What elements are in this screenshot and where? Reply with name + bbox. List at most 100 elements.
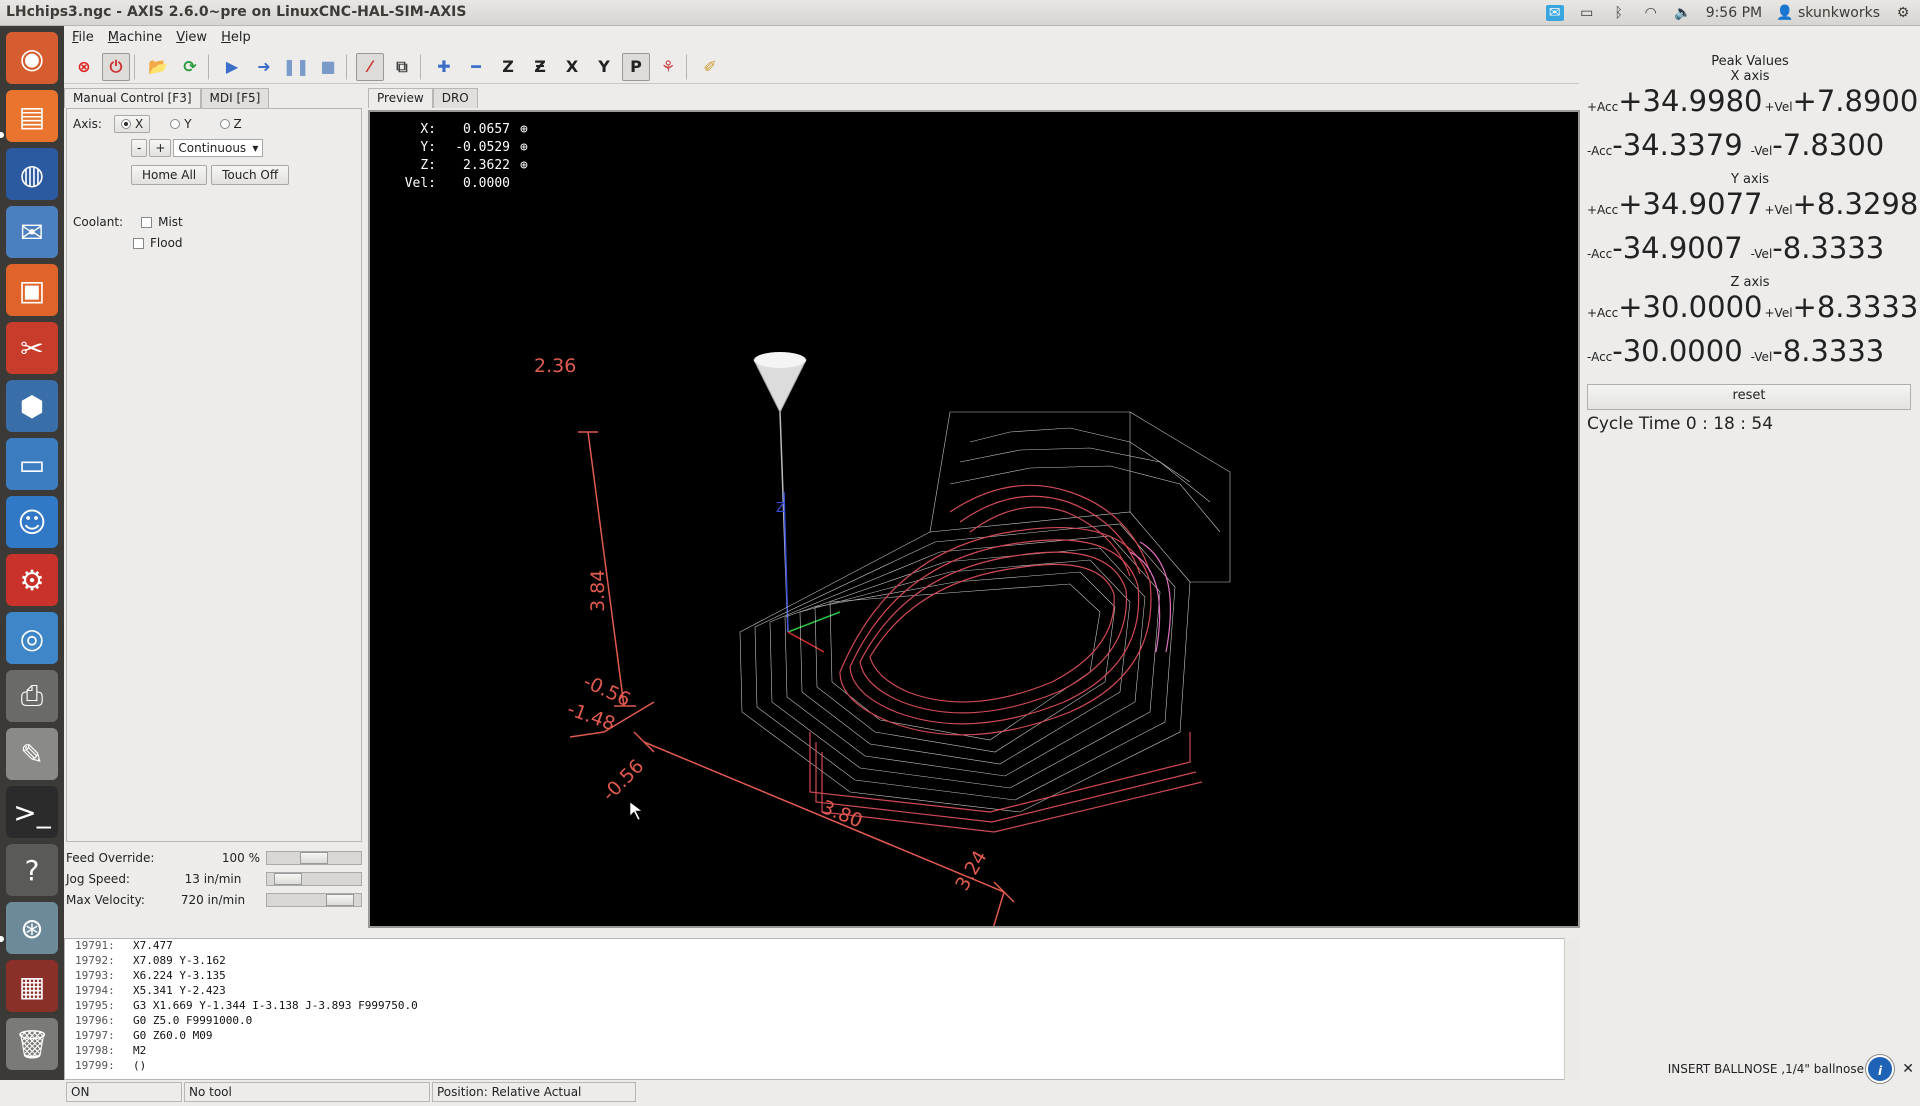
menu-help[interactable]: Help xyxy=(221,30,251,45)
trash-icon[interactable]: 🗑 xyxy=(6,1018,58,1070)
slider-thumb[interactable] xyxy=(326,894,354,906)
cycle-time: Cycle Time 0 : 18 : 54 xyxy=(1587,414,1774,434)
z-top-label: 2.36 xyxy=(534,355,576,377)
gcode-line-text: X6.224 Y-3.135 xyxy=(133,969,226,982)
tab-mdi[interactable]: MDI [F5] xyxy=(200,88,270,108)
files-icon[interactable]: ▤ xyxy=(6,90,58,142)
gcode-line[interactable]: 19793: X6.224 Y-3.135 xyxy=(75,969,1579,984)
mist-checkbox[interactable] xyxy=(141,216,153,228)
zoom-in-icon[interactable]: ✚ xyxy=(430,53,458,81)
axis-app-icon[interactable]: ⊛ xyxy=(6,902,58,954)
stock-edge xyxy=(959,447,1211,503)
block-delete-icon[interactable]: ⁄ xyxy=(356,52,384,81)
max-velocity-value: 720 in/min xyxy=(180,893,246,907)
slider-thumb[interactable] xyxy=(274,873,302,885)
feed-override-slider[interactable] xyxy=(266,851,362,865)
pos-acc-value: +34.9980 xyxy=(1618,84,1763,118)
center-tabs: Preview DRO xyxy=(368,88,1580,108)
thunderbird-icon[interactable]: ✉ xyxy=(6,206,58,258)
remote-desktop-icon[interactable]: ▭ xyxy=(6,438,58,490)
menu-view[interactable]: View xyxy=(176,30,207,45)
gcode-line[interactable]: 19799: () xyxy=(75,1059,1579,1074)
chromium-icon[interactable]: ◎ xyxy=(6,612,58,664)
gcode-line[interactable]: 19791: X7.477 xyxy=(75,939,1579,954)
gear-app-icon[interactable]: ⚙ xyxy=(6,554,58,606)
close-icon[interactable]: ✕ xyxy=(1902,1061,1914,1077)
view-x-icon[interactable]: X xyxy=(558,53,586,81)
home-all-button[interactable]: Home All xyxy=(131,165,208,185)
menu-machine[interactable]: Machine xyxy=(108,30,162,45)
firefox-icon[interactable]: ◍ xyxy=(6,148,58,200)
gcode-listing[interactable]: 19791: X7.477 19792: X7.089 Y-3.162 19793: X6… xyxy=(64,938,1580,1080)
dash-home-icon[interactable]: ◉ xyxy=(6,32,58,84)
max-velocity-slider[interactable] xyxy=(266,893,362,907)
stop-icon[interactable]: ■ xyxy=(314,53,342,81)
gcode-line[interactable]: 19797: G0 Z60.0 M09 xyxy=(75,1029,1579,1044)
help-icon[interactable]: ? xyxy=(6,844,58,896)
z-extent-line xyxy=(587,431,625,707)
terminal-icon[interactable]: >_ xyxy=(6,786,58,838)
gcode-line[interactable]: 19794: X5.341 Y-2.423 xyxy=(75,984,1579,999)
jog-minus-button[interactable]: - xyxy=(131,139,148,157)
menu-file[interactable]: File xyxy=(72,30,94,45)
jog-speed-slider[interactable] xyxy=(266,872,362,886)
jog-plus-button[interactable]: + xyxy=(149,139,172,157)
pos-vel-value: +8.3298 xyxy=(1792,187,1919,221)
axis-radio-y[interactable]: Y xyxy=(170,117,192,131)
battery-icon[interactable]: ▭ xyxy=(1578,5,1596,21)
clock[interactable]: 9:56 PM xyxy=(1706,5,1762,21)
volume-icon[interactable]: 🔈 xyxy=(1674,5,1692,21)
tab-manual-control[interactable]: Manual Control [F3] xyxy=(64,88,201,108)
zoom-out-icon[interactable]: ━ xyxy=(462,53,490,81)
bluetooth-icon[interactable]: ᛒ xyxy=(1610,5,1628,21)
axis-radio-z[interactable]: Z xyxy=(219,117,242,131)
gcode-line[interactable]: 19798: M2 xyxy=(75,1044,1579,1059)
view-perspective-icon[interactable]: P xyxy=(622,52,650,81)
mail-icon[interactable]: ✉ xyxy=(1545,5,1564,21)
estop-icon[interactable]: ⊗ xyxy=(70,53,98,81)
left-pane: Manual Control [F3] MDI [F5] Axis: X Y Z… xyxy=(64,88,364,908)
software-center-icon[interactable]: ▣ xyxy=(6,264,58,316)
system-tools-icon[interactable]: ✂ xyxy=(6,322,58,374)
gcode-line[interactable]: 19792: X7.089 Y-3.162 xyxy=(75,954,1579,969)
tab-preview[interactable]: Preview xyxy=(368,88,433,108)
virtualbox-icon[interactable]: ⬢ xyxy=(6,380,58,432)
jog-speed-value: 13 in/min xyxy=(184,872,242,886)
neg-acc-value: -34.9007 xyxy=(1612,231,1743,265)
gcode-line[interactable]: 19795: G3 X1.669 Y-1.344 I-3.138 J-3.893 … xyxy=(75,999,1579,1014)
wifi-icon[interactable]: ◠ xyxy=(1642,5,1660,21)
run-icon[interactable]: ▶ xyxy=(218,53,246,81)
flood-label: Flood xyxy=(150,236,183,250)
chat-icon[interactable]: ☺ xyxy=(6,496,58,548)
gcode-scrollbar[interactable] xyxy=(1564,938,1580,1080)
gcode-line[interactable]: 19796: G0 Z5.0 F9991000.0 xyxy=(75,1014,1579,1029)
slider-thumb[interactable] xyxy=(300,852,328,864)
open-file-icon[interactable]: 📂 xyxy=(144,53,172,81)
printer-icon[interactable]: ⎙ xyxy=(6,670,58,722)
reload-icon[interactable]: ⟳ xyxy=(176,53,204,81)
tab-dro[interactable]: DRO xyxy=(432,88,478,108)
flood-checkbox[interactable] xyxy=(133,237,144,249)
reset-button[interactable]: reset xyxy=(1587,384,1911,410)
settings-gear-icon[interactable]: ⚙ xyxy=(1894,5,1912,21)
toggle-rotate-icon[interactable]: ⚘ xyxy=(654,53,682,81)
workspace-switcher-icon[interactable]: ▦ xyxy=(6,960,58,1012)
gcode-line-number: 19799: xyxy=(75,1059,115,1072)
optional-stop-icon[interactable]: ⧉ xyxy=(388,53,416,81)
clear-backplot-icon[interactable]: ✐ xyxy=(696,53,724,81)
touch-off-button[interactable]: Touch Off xyxy=(211,165,290,185)
toolbar-separator xyxy=(208,53,214,80)
text-editor-icon[interactable]: ✎ xyxy=(6,728,58,780)
step-icon[interactable]: ➜ xyxy=(250,53,278,81)
view-y-icon[interactable]: Y xyxy=(590,53,618,81)
stock-edge xyxy=(1129,411,1231,583)
neg-acc-value: -34.3379 xyxy=(1612,128,1743,162)
pause-icon[interactable]: ❚❚ xyxy=(282,53,310,81)
axis-radio-x[interactable]: X xyxy=(113,115,151,133)
view-z-icon[interactable]: Z xyxy=(494,53,522,81)
jog-mode-select[interactable]: Continuous ▾ xyxy=(173,139,264,157)
preview-canvas[interactable]: X: 0.0657 ⊕ Y: -0.0529 ⊕ Z: 2.3622 ⊕ Vel: 0.000… xyxy=(368,110,1580,928)
machine-power-icon[interactable]: ⏻ xyxy=(102,52,130,81)
view-z-rotated-icon[interactable]: Ƶ xyxy=(526,53,554,81)
user-menu[interactable]: 👤 skunkworks xyxy=(1776,5,1880,21)
